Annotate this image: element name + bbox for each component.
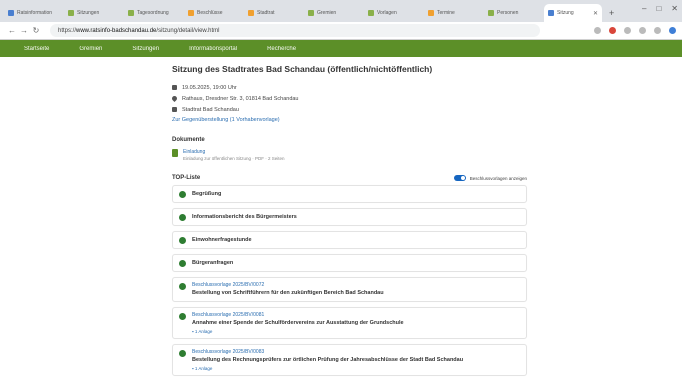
agenda-item[interactable]: Informationsbericht des Bürgermeisters	[172, 208, 527, 226]
browser-tab[interactable]: Personen	[484, 4, 542, 22]
attachment-link[interactable]: ▪ 1 Anlage	[192, 366, 520, 371]
status-dot-icon	[179, 191, 186, 198]
menu-icon[interactable]	[669, 27, 676, 34]
browser-tab[interactable]: Tagesordnung	[124, 4, 182, 22]
star-icon[interactable]	[594, 27, 601, 34]
status-dot-icon	[179, 313, 186, 320]
nav-item-gremien[interactable]: Gremien	[79, 46, 102, 52]
tab-favicon-icon	[128, 10, 134, 16]
window-controls: – □ ✕	[642, 4, 678, 13]
minimize-icon[interactable]: –	[642, 4, 646, 13]
document-name[interactable]: Einladung	[183, 149, 284, 155]
nav-item-start[interactable]: Startseite	[24, 46, 49, 52]
comparison-link[interactable]: Zur Gegenüberstellung (1 Vorhabenvorlage…	[172, 117, 527, 123]
agenda-item-reference[interactable]: Beschlussvorlage 2025/BV/0081	[192, 312, 404, 319]
address-toolbar: ← → ↻ https://www.ratsinfo-badschandau.d…	[0, 22, 682, 40]
agenda-item[interactable]: Beschlussvorlage 2025/BV/0072 Bestellung…	[172, 277, 527, 302]
tab-favicon-icon	[368, 10, 374, 16]
tab-favicon-icon	[248, 10, 254, 16]
group-icon	[172, 107, 177, 112]
extension-icon[interactable]	[609, 27, 616, 34]
location-pin-icon	[170, 94, 179, 103]
agenda-item[interactable]: Beschlussvorlage 2025/BV/0081 Annahme ei…	[172, 307, 527, 339]
url-input[interactable]: https://www.ratsinfo-badschandau.de/sitz…	[50, 24, 540, 37]
reload-icon[interactable]: ↻	[30, 26, 42, 35]
close-icon[interactable]: ✕	[593, 10, 598, 17]
browser-tab[interactable]: Beschlüsse	[184, 4, 242, 22]
tab-favicon-icon	[428, 10, 434, 16]
agenda-item-title: Bestellung von Schriftführern für den zu…	[192, 290, 384, 296]
tab-favicon-icon	[548, 10, 554, 16]
tab-favicon-icon	[8, 10, 14, 16]
nav-item-portal[interactable]: Informationsportal	[189, 46, 237, 52]
browser-tab[interactable]: Ratsinformation	[4, 4, 62, 22]
document-item[interactable]: Einladung Einladung zur öffentlichen Sit…	[172, 149, 527, 161]
extension-icon[interactable]	[624, 27, 631, 34]
page-title: Sitzung des Stadtrates Bad Schandau (öff…	[172, 64, 433, 74]
calendar-icon	[172, 85, 177, 90]
tab-favicon-icon	[188, 10, 194, 16]
status-dot-icon	[179, 283, 186, 290]
document-meta: Einladung zur öffentlichen Sitzung · PDF…	[183, 156, 285, 161]
agenda-item-reference[interactable]: Beschlussvorlage 2025/BV/0083	[192, 349, 463, 356]
main-content: Sitzung des Stadtrates Bad Schandau (öff…	[170, 64, 527, 381]
maximize-icon[interactable]: □	[656, 4, 661, 13]
meeting-body: Stadtrat Bad Schandau	[172, 106, 527, 113]
status-dot-icon	[179, 214, 186, 221]
document-icon	[172, 149, 178, 157]
browser-tab[interactable]: Vorlagen	[364, 4, 422, 22]
agenda-item[interactable]: Einwohnerfragestunde	[172, 231, 527, 249]
agenda-item-title: Begrüßung	[192, 191, 222, 197]
extension-icon[interactable]	[639, 27, 646, 34]
status-dot-icon	[179, 350, 186, 357]
attachment-link[interactable]: ▪ 1 Anlage	[192, 329, 520, 334]
top-list-heading: TOP-Liste	[172, 175, 201, 181]
top-toggle[interactable]: Beschlussvorlagen anzeigen	[453, 175, 527, 181]
new-tab-icon[interactable]: +	[604, 8, 619, 22]
browser-tab[interactable]: Gremien	[304, 4, 362, 22]
tab-favicon-icon	[68, 10, 74, 16]
browser-tab[interactable]: Sitzungen	[64, 4, 122, 22]
back-icon[interactable]: ←	[6, 26, 18, 35]
top-list-header: TOP-Liste Beschlussvorlagen anzeigen	[172, 175, 527, 181]
nav-item-recherche[interactable]: Recherche	[267, 46, 296, 52]
browser-tab[interactable]: Stadtrat	[244, 4, 302, 22]
forward-icon[interactable]: →	[18, 26, 30, 35]
status-dot-icon	[179, 237, 186, 244]
browser-tab-bar: Ratsinformation Sitzungen Tagesordnung B…	[0, 0, 682, 22]
meeting-address: Rathaus, Dresdner Str. 3, 01814 Bad Scha…	[170, 94, 527, 103]
browser-tab-active[interactable]: Sitzung ✕	[544, 4, 602, 22]
tab-favicon-icon	[308, 10, 314, 16]
agenda-item-title: Annahme einer Spende der Schulfördervere…	[192, 320, 404, 326]
toggle-switch[interactable]	[453, 175, 466, 181]
agenda-item[interactable]: Begrüßung	[172, 185, 527, 203]
window-close-icon[interactable]: ✕	[671, 4, 678, 13]
tab-favicon-icon	[488, 10, 494, 16]
nav-item-sitzungen[interactable]: Sitzungen	[132, 46, 159, 52]
profile-icon[interactable]	[654, 27, 661, 34]
agenda-item-reference[interactable]: Beschlussvorlage 2025/BV/0072	[192, 282, 384, 289]
status-dot-icon	[179, 260, 186, 267]
agenda-item[interactable]: Beschlussvorlage 2025/BV/0083 Bestellung…	[172, 344, 527, 376]
documents-heading: Dokumente	[172, 137, 205, 143]
site-navigation: Startseite Gremien Sitzungen Information…	[0, 40, 682, 57]
agenda-item-title: Bürgeranfragen	[192, 260, 234, 266]
agenda-item[interactable]: Bürgeranfragen	[172, 254, 527, 272]
agenda-item-title: Einwohnerfragestunde	[192, 237, 252, 243]
browser-tab[interactable]: Termine	[424, 4, 482, 22]
extension-icons	[594, 27, 676, 34]
agenda-item-title: Informationsbericht des Bürgermeisters	[192, 214, 297, 220]
agenda-item-title: Bestellung des Rechnungsprüfers zur örtl…	[192, 357, 464, 363]
meeting-date: 19.05.2025, 19:00 Uhr	[172, 84, 527, 91]
